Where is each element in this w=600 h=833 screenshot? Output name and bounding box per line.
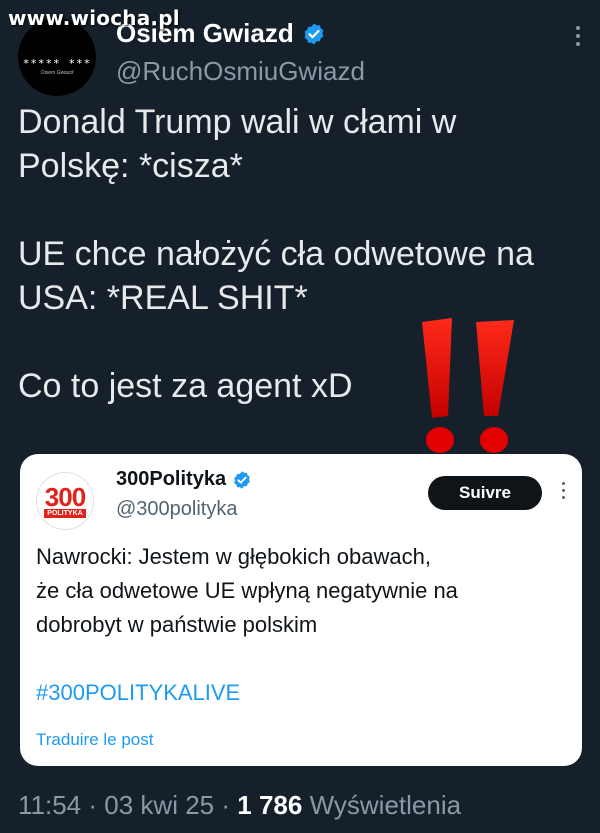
tweet-line: Donald Trump wali w cłami w (18, 103, 457, 141)
views-count: 1 786 (237, 790, 303, 820)
views-label: Wyświetlenia (309, 790, 462, 820)
tweet-meta: 11:54 · 03 kwi 25 · 1 786 Wyświetlenia (18, 790, 461, 821)
quote-avatar[interactable]: 300 POLITYKA (36, 472, 94, 530)
watermark: www.wiocha.pl (8, 6, 180, 30)
quote-more-options-icon[interactable] (562, 482, 568, 503)
follow-button[interactable]: Suivre (428, 476, 542, 510)
tweet-date[interactable]: 03 kwi 25 (104, 790, 214, 820)
tweet-time[interactable]: 11:54 (18, 790, 81, 820)
quote-name-row: 300Polityka (116, 468, 252, 491)
author-handle[interactable]: @RuchOsmiuGwiazd (116, 56, 365, 87)
quote-text: Nawrocki: Jestem w głębokich obawach, że… (36, 540, 570, 642)
quote-handle[interactable]: @300polityka (116, 498, 237, 521)
meta-separator: · (88, 790, 98, 820)
tweet-line: Polskę: *cisza* (18, 147, 243, 185)
quote-text-line: dobrobyt w państwie polskim (36, 612, 318, 637)
quote-text-line: Nawrocki: Jestem w głębokich obawach, (36, 544, 431, 569)
quote-text-line: że cła odwetowe UE wpłyną negatywnie na (36, 578, 458, 603)
double-exclamation-icon (422, 318, 514, 453)
verified-badge-icon (304, 23, 324, 44)
hashtag-link[interactable]: #300POLITYKALIVE (36, 680, 240, 706)
tweet-line: UE chce nałożyć cła odwetowe na (18, 235, 534, 273)
tweet-line: USA: *REAL SHIT* (18, 279, 308, 317)
translate-post-link[interactable]: Traduire le post (36, 730, 153, 750)
meta-separator: · (221, 790, 231, 820)
more-options-icon[interactable] (576, 26, 582, 50)
verified-badge-icon (234, 470, 250, 489)
quote-avatar-number: 300 (44, 481, 86, 512)
quote-display-name[interactable]: 300Polityka (116, 468, 226, 491)
avatar-stars-text: ***** *** (22, 56, 92, 70)
quoted-tweet-card[interactable]: 300 POLITYKA 300Polityka @300polityka Su… (20, 454, 582, 766)
avatar-subtext: Osiem Gwiazd (40, 69, 74, 76)
quote-avatar-label: POLITYKA (44, 508, 86, 518)
